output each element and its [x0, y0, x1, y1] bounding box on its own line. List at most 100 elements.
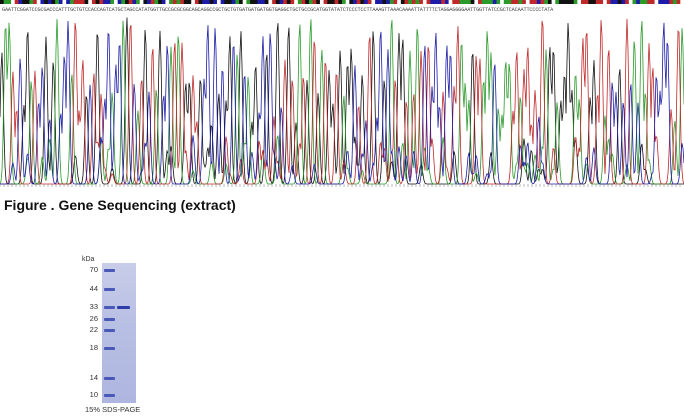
base-call-mark: [610, 0, 615, 4]
base-call-mark: [205, 0, 210, 4]
base-call-mark: [647, 0, 652, 4]
base-call-mark: [18, 0, 23, 4]
base-call-mark: [62, 0, 67, 4]
base-call-mark: [408, 0, 413, 4]
base-call-mark: [566, 0, 571, 4]
base-call-mark: [25, 0, 30, 4]
base-call-mark: [658, 0, 663, 4]
base-call-mark: [382, 0, 387, 4]
base-call-mark: [518, 0, 523, 4]
base-call-mark: [533, 0, 538, 4]
base-call-mark: [14, 0, 19, 4]
ladder-band-70: [104, 269, 115, 272]
base-call-mark: [323, 0, 328, 4]
base-call-mark: [272, 0, 277, 4]
base-call-mark: [47, 0, 52, 4]
base-call-mark: [426, 0, 431, 4]
base-call-mark: [514, 0, 519, 4]
base-call-mark: [202, 0, 207, 4]
base-call-mark: [228, 0, 232, 4]
base-call-mark: [581, 0, 586, 4]
base-call-mark: [680, 0, 684, 4]
base-call-mark: [496, 0, 501, 4]
base-call-mark: [338, 0, 343, 4]
base-call-mark: [40, 0, 45, 4]
base-call-mark: [393, 0, 398, 4]
base-call-mark: [125, 0, 130, 4]
base-call-mark: [121, 0, 126, 4]
base-call-mark: [73, 0, 78, 4]
base-call-mark: [250, 0, 255, 4]
base-call-mark: [106, 0, 111, 4]
base-call-mark: [536, 0, 541, 4]
base-call-mark: [672, 0, 677, 4]
base-call-mark: [0, 0, 4, 4]
sds-page-gel: [102, 263, 136, 403]
base-call-mark: [558, 0, 563, 4]
base-call-mark: [632, 0, 637, 4]
sequencing-chromatogram: [0, 0, 684, 187]
base-call-mark: [261, 0, 266, 4]
sequence-text: GAATTCGGATCCGCGACCCATTTGCTGTCCACCAGTCATG…: [2, 7, 554, 13]
base-call-mark: [95, 0, 100, 4]
base-call-mark: [654, 0, 659, 4]
base-call-mark: [169, 0, 174, 4]
ladder-band-26: [104, 318, 115, 321]
base-call-mark: [573, 0, 578, 4]
base-call-mark: [661, 0, 666, 4]
base-call-mark: [231, 0, 236, 4]
base-call-mark: [577, 0, 582, 4]
base-call-mark: [489, 0, 494, 4]
base-call-mark: [411, 0, 416, 4]
base-call-mark: [676, 0, 681, 4]
base-call-mark: [239, 0, 244, 4]
base-call-mark: [305, 0, 310, 4]
base-call-mark: [360, 0, 365, 4]
base-call-mark: [44, 0, 49, 4]
base-call-mark: [91, 0, 96, 4]
base-call-mark: [136, 0, 141, 4]
base-call-mark: [7, 0, 12, 4]
base-call-mark: [551, 0, 556, 4]
base-call-mark: [669, 0, 674, 4]
base-call-mark: [437, 0, 442, 4]
mw-label-44: 44: [89, 284, 98, 293]
base-call-mark: [84, 0, 89, 4]
base-call-mark: [191, 0, 196, 4]
base-call-mark: [176, 0, 181, 4]
base-call-mark: [353, 0, 358, 4]
base-call-mark: [665, 0, 670, 4]
base-call-mark: [522, 0, 527, 4]
base-call-mark: [650, 0, 655, 4]
base-call-mark: [150, 0, 155, 4]
base-call-mark: [367, 0, 372, 4]
base-call-mark: [147, 0, 152, 4]
base-call-mark: [459, 0, 464, 4]
base-call-mark: [102, 0, 107, 4]
base-call-mark: [400, 0, 405, 4]
base-call-mark: [268, 0, 273, 4]
base-call-mark: [224, 0, 229, 4]
base-call-mark: [139, 0, 144, 4]
base-call-mark: [636, 0, 641, 4]
base-call-mark: [507, 0, 512, 4]
base-call-mark: [599, 0, 604, 4]
base-call-mark: [22, 0, 27, 4]
base-call-mark: [570, 0, 574, 4]
base-call-mark: [467, 0, 472, 4]
base-call-mark: [625, 0, 630, 4]
base-call-mark: [617, 0, 622, 4]
base-call-mark: [603, 0, 608, 4]
base-call-mark: [161, 0, 166, 4]
mw-label-26: 26: [89, 314, 98, 323]
ladder-band-44: [104, 288, 115, 291]
base-call-mark: [463, 0, 468, 4]
ladder-band-22: [104, 329, 115, 332]
base-call-mark: [481, 0, 486, 4]
base-call-mark: [371, 0, 376, 4]
base-call-mark: [51, 0, 56, 4]
base-call-mark: [275, 0, 280, 4]
base-call-mark: [66, 0, 71, 4]
base-call-mark: [330, 0, 335, 4]
base-call-mark: [540, 0, 545, 4]
